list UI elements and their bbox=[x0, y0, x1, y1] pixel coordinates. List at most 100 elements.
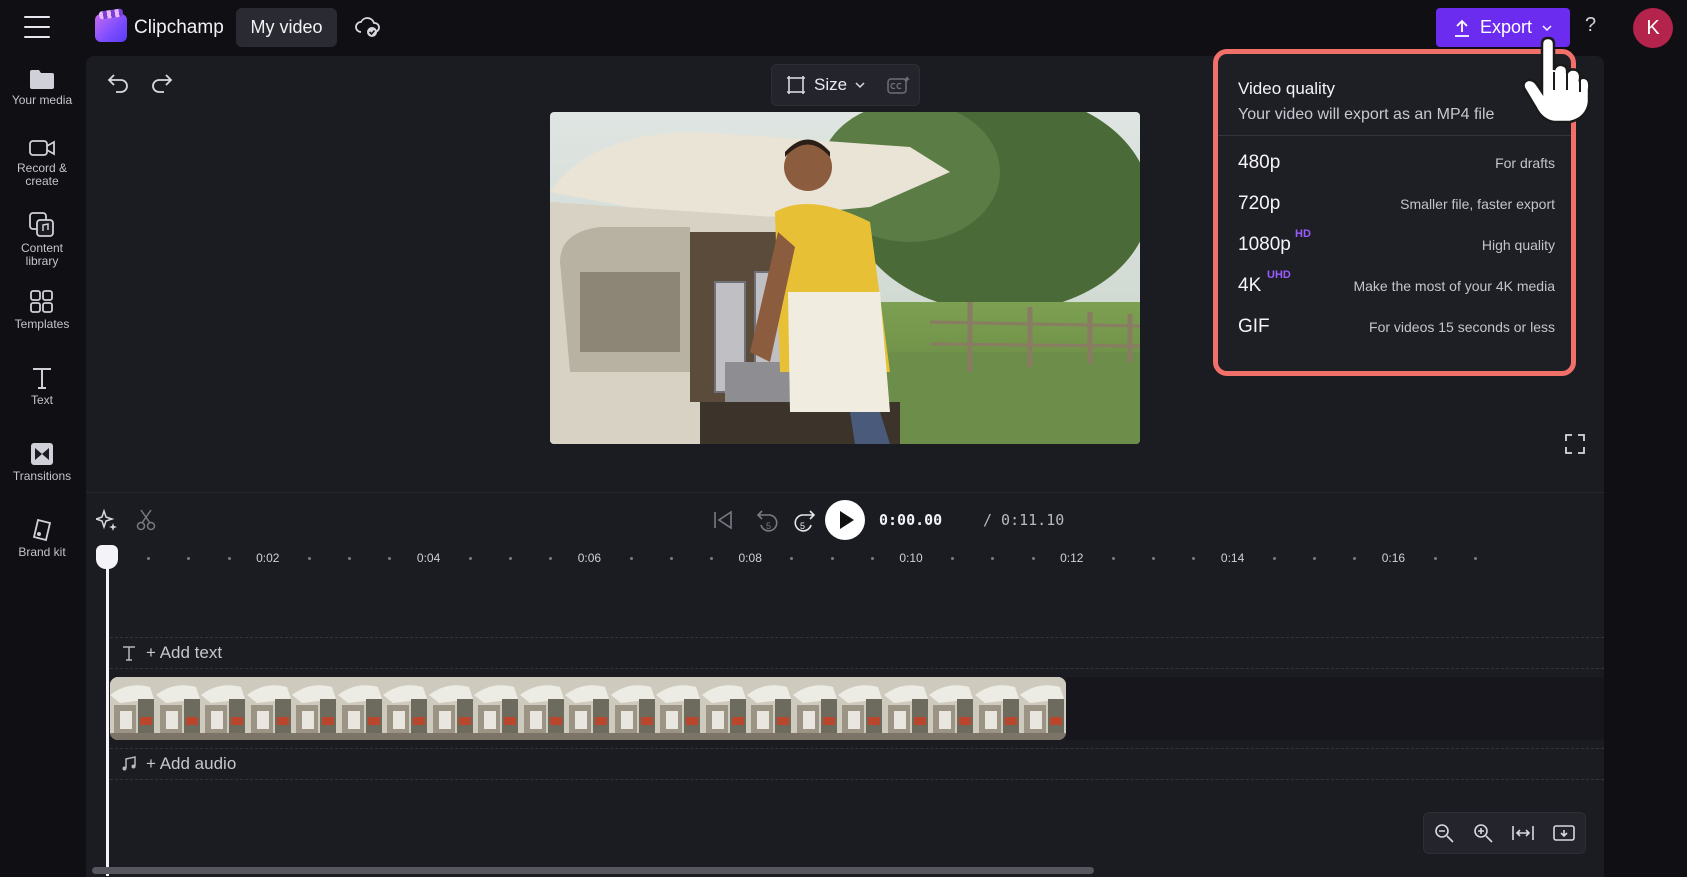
video-preview[interactable] bbox=[550, 112, 1140, 444]
ruler-tick bbox=[1272, 557, 1276, 560]
ruler-tick-label: 0:08 bbox=[738, 551, 762, 565]
ruler-tick bbox=[991, 557, 995, 560]
export-option-resolution: 4K bbox=[1238, 275, 1262, 296]
chevron-down-icon bbox=[855, 82, 865, 89]
app-title: Clipchamp bbox=[134, 17, 224, 38]
clip-thumbnail bbox=[883, 677, 933, 740]
ruler-tick bbox=[509, 557, 512, 560]
sidebar-item-templates[interactable]: Templates bbox=[0, 290, 84, 331]
play-button[interactable] bbox=[825, 500, 865, 540]
sidebar-item-brand-kit[interactable]: Brand kit bbox=[0, 518, 84, 559]
size-button-label[interactable]: Size bbox=[814, 75, 847, 95]
clip-thumbnail bbox=[747, 677, 796, 740]
captions-sparkle-icon[interactable] bbox=[887, 75, 911, 95]
clip-thumbnail bbox=[838, 677, 887, 740]
add-audio-label: + Add audio bbox=[146, 754, 237, 773]
forward-5-icon[interactable]: 5 bbox=[792, 507, 816, 533]
ruler-tick-label: 0:10 bbox=[899, 551, 923, 565]
export-option-gif[interactable]: GIF For videos 15 seconds or less bbox=[1218, 306, 1571, 347]
skip-to-start-icon[interactable] bbox=[712, 509, 734, 531]
add-audio-track[interactable]: + Add audio bbox=[110, 748, 1604, 780]
ruler-tick bbox=[1473, 557, 1477, 560]
scissors-icon[interactable] bbox=[136, 509, 156, 531]
sidebar-item-transitions[interactable]: Transitions bbox=[0, 442, 84, 483]
clip-thumbnail bbox=[792, 677, 842, 740]
video-clip[interactable] bbox=[110, 677, 1066, 740]
zoom-in-icon[interactable] bbox=[1473, 823, 1493, 843]
export-option-resolution: 480p bbox=[1238, 152, 1281, 173]
expand-timeline-icon[interactable] bbox=[1553, 824, 1576, 842]
zoom-out-icon[interactable] bbox=[1434, 823, 1454, 843]
export-option-480p[interactable]: 480p For drafts bbox=[1218, 142, 1571, 183]
user-avatar[interactable]: K bbox=[1633, 8, 1673, 48]
ruler-tick bbox=[951, 557, 955, 560]
sidebar-item-label: Transitions bbox=[12, 469, 72, 483]
clip-thumbnail bbox=[474, 677, 523, 740]
export-option-720p[interactable]: 720p Smaller file, faster export bbox=[1218, 183, 1571, 224]
export-option-resolution: GIF bbox=[1238, 316, 1270, 337]
ruler-tick bbox=[1152, 557, 1156, 560]
zoom-controls bbox=[1423, 812, 1586, 854]
fit-to-width-icon[interactable] bbox=[1512, 824, 1534, 842]
ruler-tick bbox=[388, 557, 392, 560]
sidebar-item-record-create[interactable]: Record & create bbox=[0, 138, 84, 188]
export-option-description: For videos 15 seconds or less bbox=[1369, 319, 1555, 335]
fullscreen-icon[interactable] bbox=[1564, 433, 1586, 455]
size-toolbar: Size bbox=[771, 64, 920, 106]
clip-thumbnail bbox=[929, 677, 978, 740]
clip-thumbnail bbox=[383, 677, 432, 740]
hamburger-menu-icon[interactable] bbox=[24, 16, 50, 38]
ruler-tick bbox=[1112, 557, 1115, 560]
ruler-tick bbox=[1353, 557, 1357, 560]
export-option-1080p[interactable]: 1080p HD High quality bbox=[1218, 224, 1571, 265]
ruler-tick-label: 0:12 bbox=[1060, 551, 1084, 565]
clip-thumbnail bbox=[428, 677, 478, 740]
content-library-icon bbox=[29, 212, 54, 237]
redo-icon[interactable] bbox=[150, 70, 174, 94]
magic-sparkle-icon[interactable] bbox=[96, 509, 118, 531]
sidebar-item-text[interactable]: Text bbox=[0, 366, 84, 407]
sidebar-item-your-media[interactable]: Your media bbox=[0, 68, 84, 107]
clip-thumbnail bbox=[155, 677, 205, 740]
hd-badge: HD bbox=[1295, 228, 1311, 240]
chevron-down-icon bbox=[1542, 24, 1552, 31]
text-icon bbox=[123, 646, 135, 661]
clip-thumbnail bbox=[1020, 677, 1066, 740]
timeline-ruler[interactable]: 0:02 0:04 0:06 0:08 0:10 0:12 0:14 0:16 bbox=[86, 545, 1604, 575]
export-menu-title: Video quality bbox=[1238, 79, 1336, 98]
rewind-5-icon[interactable]: 5 bbox=[756, 507, 780, 533]
aspect-ratio-icon[interactable] bbox=[786, 75, 806, 95]
cloud-saved-icon[interactable] bbox=[354, 15, 380, 39]
ruler-tick bbox=[187, 557, 191, 560]
undo-icon[interactable] bbox=[106, 70, 130, 94]
add-text-label: + Add text bbox=[146, 643, 223, 662]
add-text-track[interactable]: + Add text bbox=[110, 637, 1604, 669]
ruler-tick-label: 0:04 bbox=[416, 551, 441, 565]
export-option-resolution: 720p bbox=[1238, 193, 1281, 214]
sidebar-item-label-2: create bbox=[25, 174, 59, 188]
clip-thumbnail bbox=[292, 677, 341, 740]
ruler-tick bbox=[1192, 557, 1196, 560]
help-icon[interactable]: ? bbox=[1585, 14, 1596, 37]
export-option-description: High quality bbox=[1481, 237, 1555, 253]
ruler-tick bbox=[308, 557, 311, 560]
sidebar-item-content-library[interactable]: Content library bbox=[0, 212, 84, 268]
ruler-tick bbox=[710, 557, 713, 560]
skip-seconds: 5 bbox=[800, 521, 805, 531]
clip-thumbnail bbox=[610, 677, 660, 740]
upload-icon bbox=[1454, 19, 1469, 37]
clip-thumbnail bbox=[201, 677, 250, 740]
camera-icon bbox=[29, 140, 55, 156]
playhead[interactable] bbox=[106, 551, 109, 876]
timeline-scrollbar[interactable] bbox=[92, 867, 1094, 874]
clipchamp-logo-icon bbox=[95, 14, 127, 42]
ruler-tick bbox=[1031, 557, 1035, 560]
sidebar-item-label-2: library bbox=[25, 254, 59, 268]
export-option-4k[interactable]: 4K UHD Make the most of your 4K media bbox=[1218, 265, 1571, 306]
ruler-tick bbox=[348, 557, 352, 560]
export-option-resolution: 1080p bbox=[1238, 234, 1291, 255]
clip-thumbnail bbox=[246, 677, 296, 740]
project-name-button[interactable]: My video bbox=[236, 8, 337, 47]
ruler-tick bbox=[1433, 557, 1437, 560]
ruler-tick bbox=[227, 557, 231, 560]
